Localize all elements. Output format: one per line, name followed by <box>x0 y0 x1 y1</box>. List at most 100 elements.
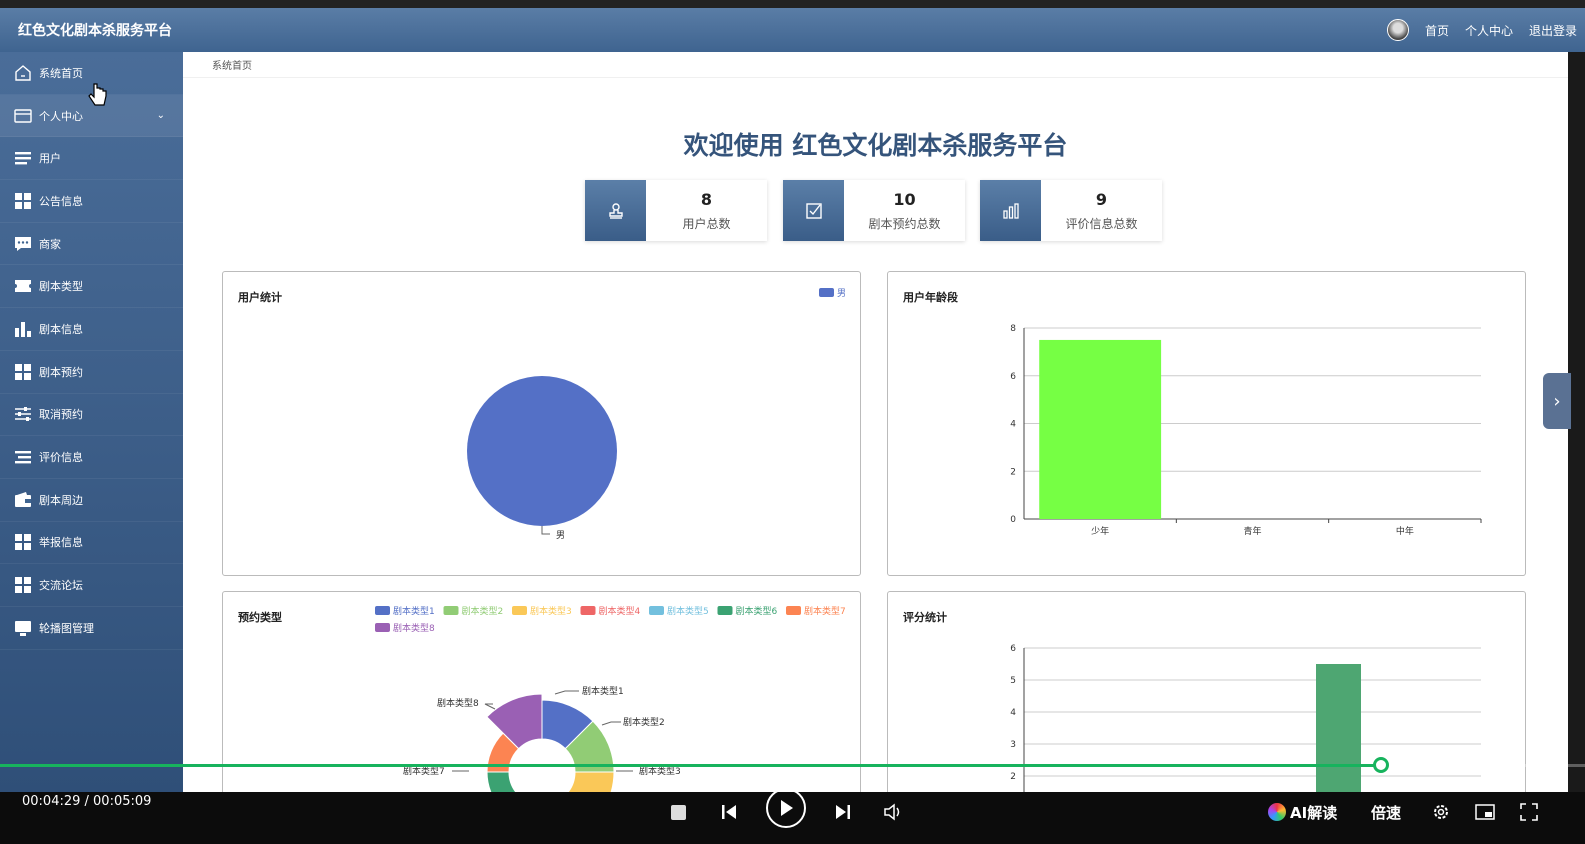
bar-chart-ratings: 2 3 4 5 6 <box>1010 644 1481 792</box>
ai-interpret-button[interactable]: AI解读 <box>1268 798 1337 826</box>
stop-button[interactable] <box>669 798 687 826</box>
sliders-icon <box>14 405 32 423</box>
main-content: 系统首页 欢迎使用 红色文化剧本杀服务平台 8 用户总数 10 剧本预约总数 9 评价… <box>183 52 1568 792</box>
legend-label: 剧本类型1 <box>393 605 435 617</box>
sidebar-item-users[interactable]: 用户 <box>0 137 183 181</box>
sidebar-item-label: 公告信息 <box>39 194 83 208</box>
chart-card-user-stats: 用户统计 男男 <box>222 271 861 576</box>
y-tick-label: 0 <box>1010 515 1016 525</box>
legend-swatch <box>580 606 596 615</box>
sidebar-item-reports[interactable]: 举报信息 <box>0 522 183 565</box>
sidebar-item-label: 商家 <box>39 237 61 251</box>
pie-slice <box>467 376 617 526</box>
breadcrumb: 系统首页 <box>183 52 1568 78</box>
stamp-icon <box>585 180 646 241</box>
legend-swatch <box>375 623 390 632</box>
sidebar-item-reservations[interactable]: 剧本预约 <box>0 351 183 394</box>
y-tick-label: 8 <box>1010 324 1016 334</box>
fullscreen-button[interactable] <box>1518 798 1540 826</box>
top-bar: 红色文化剧本杀服务平台 首页 个人中心 退出登录 <box>0 8 1585 52</box>
settings-button[interactable] <box>1430 798 1452 826</box>
bar-chart-age: 0 2 4 6 8 少年 青年 中年 <box>1010 324 1482 537</box>
y-tick-label: 5 <box>1010 676 1016 686</box>
stat-value: 10 <box>893 189 916 209</box>
skip-forward-icon <box>836 805 850 819</box>
nav-logout-link[interactable]: 退出登录 <box>1529 22 1577 39</box>
next-button[interactable] <box>832 798 854 826</box>
chart-card-age: 用户年龄段 0 2 4 6 8 少年 青年 中年 <box>887 271 1526 576</box>
avatar[interactable] <box>1386 19 1409 41</box>
fullscreen-icon <box>1520 803 1538 821</box>
legend-swatch <box>786 606 801 615</box>
legend-swatch <box>649 606 664 615</box>
x-tick-label: 青年 <box>1243 525 1261 537</box>
pie-chart-reservation-type: 剧本类型1 剧本类型2 剧本类型3 剧本类型4 剧本类型5 剧本类型6 剧本类型7 剧本类型8… <box>375 605 846 792</box>
label-leader-line <box>484 703 496 710</box>
bar-icon <box>14 320 32 338</box>
legend-label: 剧本类型3 <box>530 605 572 617</box>
y-tick-label: 4 <box>1010 420 1016 430</box>
nav-home-link[interactable]: 首页 <box>1425 22 1449 39</box>
sidebar-item-script-types[interactable]: 剧本类型 <box>0 265 183 309</box>
legend-label: 剧本类型5 <box>667 605 709 617</box>
sidebar-item-label: 剧本预约 <box>39 365 83 379</box>
sidebar-item-label: 剧本信息 <box>39 322 83 336</box>
pie-slice <box>567 771 615 792</box>
video-time: 00:04:29 / 00:05:09 <box>22 794 152 809</box>
legend-swatch <box>375 606 390 615</box>
sidebar-item-merchants[interactable]: 商家 <box>0 223 183 266</box>
sidebar-item-home[interactable]: 系统首页 <box>0 52 183 106</box>
bar <box>1316 664 1361 792</box>
breadcrumb-item[interactable]: 系统首页 <box>212 57 252 72</box>
home-icon <box>14 64 32 82</box>
sidebar-item-label: 剧本周边 <box>39 493 83 507</box>
y-tick-label: 3 <box>1010 740 1016 750</box>
window-top-strip <box>0 0 1585 8</box>
sidebar-item-reviews[interactable]: 评价信息 <box>0 436 183 479</box>
legend-swatch <box>717 606 733 615</box>
play-icon <box>781 800 793 816</box>
ai-interpret-label: AI解读 <box>1290 803 1338 822</box>
legend-label: 剧本类型4 <box>599 605 641 617</box>
legend-swatch <box>443 606 459 615</box>
x-tick-label: 少年 <box>1091 525 1109 537</box>
pie-slice <box>486 771 517 792</box>
legend-label: 男 <box>837 288 846 299</box>
sidebar-item-carousel[interactable]: 轮播图管理 <box>0 607 183 650</box>
speed-button[interactable]: 倍速 <box>1371 798 1401 826</box>
chevron-down-icon: ⌄ <box>156 110 165 122</box>
y-tick-label: 6 <box>1010 372 1016 382</box>
volume-icon <box>884 803 900 821</box>
sidebar-item-label: 轮播图管理 <box>39 621 94 635</box>
sidebar-item-label: 系统首页 <box>39 66 83 80</box>
nav-profile-link[interactable]: 个人中心 <box>1465 22 1513 39</box>
sidebar-item-merchandise[interactable]: 剧本周边 <box>0 479 183 522</box>
stat-card-reservations: 10 剧本预约总数 <box>783 180 965 241</box>
video-progress-fill <box>0 764 1381 767</box>
play-button[interactable] <box>766 788 806 828</box>
picture-in-picture-button[interactable] <box>1474 798 1496 826</box>
video-progress-knob[interactable] <box>1372 757 1389 773</box>
sidebar-item-label: 举报信息 <box>39 536 83 550</box>
volume-button[interactable] <box>882 798 904 826</box>
stat-label: 剧本预约总数 <box>868 216 941 231</box>
legend-label: 剧本类型6 <box>736 605 778 617</box>
grid-icon <box>14 363 32 381</box>
legend-label: 剧本类型2 <box>462 605 504 617</box>
legend-label: 剧本类型8 <box>393 622 435 634</box>
sidebar-item-announcements[interactable]: 公告信息 <box>0 180 183 223</box>
sidebar-item-forum[interactable]: 交流论坛 <box>0 564 183 607</box>
pip-icon <box>1475 804 1495 820</box>
sidebar-item-cancel-reservation[interactable]: 取消预约 <box>0 394 183 437</box>
legend-label: 剧本类型7 <box>804 605 846 617</box>
monitor-icon <box>14 619 32 637</box>
chart-icon <box>980 180 1041 241</box>
side-expand-tab[interactable]: › <box>1543 373 1571 429</box>
previous-button[interactable] <box>718 798 740 826</box>
slice-label: 剧本类型8 <box>437 697 479 709</box>
video-progress-bar[interactable] <box>0 757 1585 773</box>
legend-swatch <box>819 288 834 297</box>
sidebar-item-label: 评价信息 <box>39 451 83 465</box>
sidebar-item-scripts[interactable]: 剧本信息 <box>0 308 183 351</box>
bar <box>1039 339 1162 519</box>
